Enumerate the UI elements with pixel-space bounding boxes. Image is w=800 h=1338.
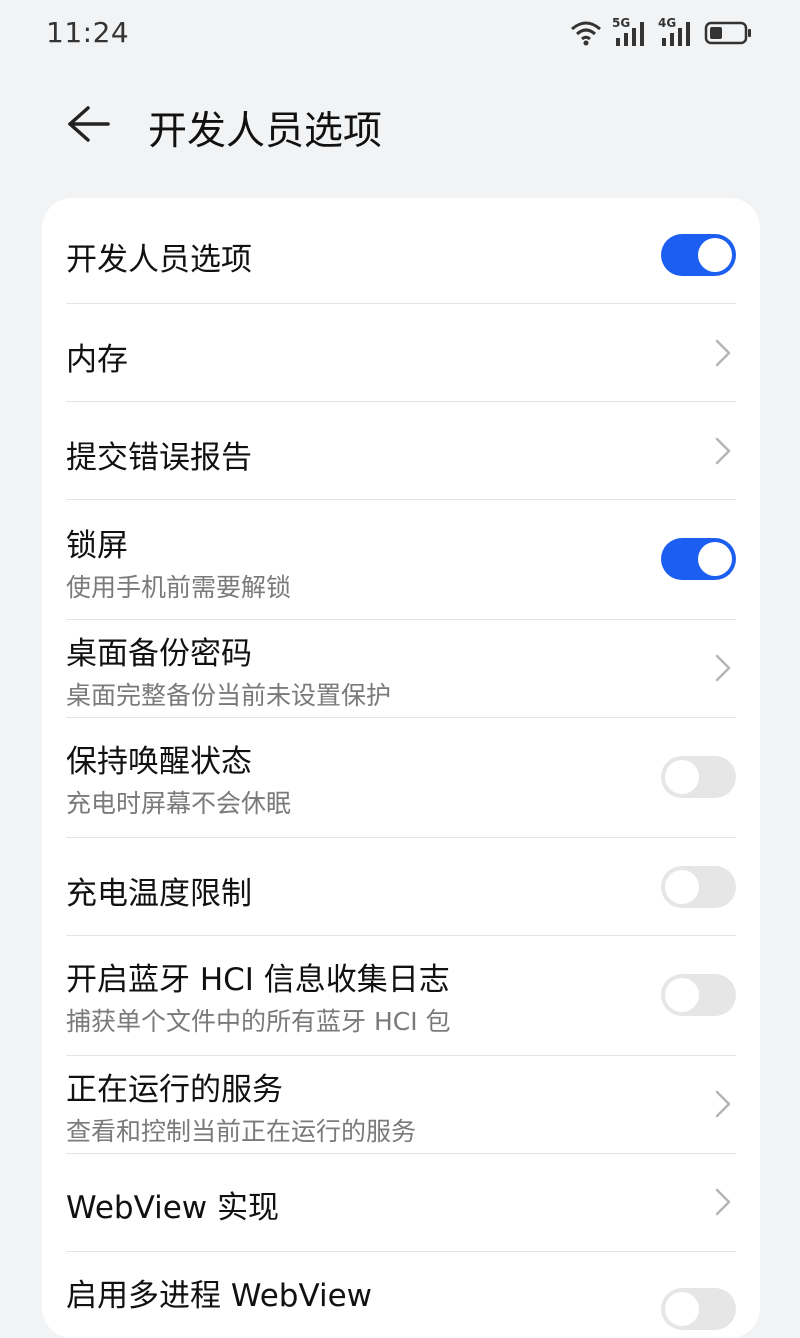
setting-developer-options[interactable]: 开发人员选项 xyxy=(66,198,736,304)
setting-subtitle: 充电时屏幕不会休眠 xyxy=(66,789,292,818)
setting-webview-implementation[interactable]: WebView 实现 xyxy=(66,1154,736,1252)
battery-icon xyxy=(704,20,752,46)
toggle-knob xyxy=(665,978,699,1012)
setting-title: 充电温度限制 xyxy=(66,876,252,912)
setting-title: 内存 xyxy=(66,342,128,378)
settings-card: 开发人员选项 内存 提交错误报告 锁屏 使用手机前需要解锁 桌面备份密码 桌面完… xyxy=(42,198,760,1338)
toggle-knob xyxy=(698,238,732,272)
setting-subtitle: 查看和控制当前正在运行的服务 xyxy=(66,1117,417,1146)
wifi-icon xyxy=(570,20,602,46)
status-bar: 11:24 5G 4G xyxy=(0,0,800,70)
chevron-right-icon xyxy=(715,1188,731,1216)
setting-title: 启用多进程 WebView xyxy=(66,1278,373,1314)
setting-multiprocess-webview[interactable]: 启用多进程 WebView xyxy=(66,1252,736,1338)
toggle-knob xyxy=(665,1292,699,1326)
chevron-right-icon xyxy=(715,437,731,465)
setting-title: 桌面备份密码 xyxy=(66,636,252,672)
chevron-right-icon xyxy=(715,1090,731,1118)
bluetooth-hci-log-toggle[interactable] xyxy=(661,974,736,1016)
toggle-knob xyxy=(698,542,732,576)
toggle-knob xyxy=(665,870,699,904)
setting-subtitle: 使用手机前需要解锁 xyxy=(66,573,292,602)
back-button[interactable] xyxy=(58,98,118,154)
chevron-right-icon xyxy=(715,654,731,682)
setting-title: 保持唤醒状态 xyxy=(66,744,252,780)
setting-title: 开发人员选项 xyxy=(66,242,252,278)
chevron-right-icon xyxy=(715,339,731,367)
setting-bluetooth-hci-log[interactable]: 开启蓝牙 HCI 信息收集日志 捕获单个文件中的所有蓝牙 HCI 包 xyxy=(66,936,736,1056)
signal-4g-icon: 4G xyxy=(658,16,694,48)
setting-title: 提交错误报告 xyxy=(66,440,252,476)
page-title: 开发人员选项 xyxy=(148,109,383,154)
status-time: 11:24 xyxy=(46,16,130,49)
developer-options-toggle[interactable] xyxy=(661,234,736,276)
lock-screen-toggle[interactable] xyxy=(661,538,736,580)
setting-bug-report[interactable]: 提交错误报告 xyxy=(66,402,736,500)
setting-title: 锁屏 xyxy=(66,528,128,564)
setting-memory[interactable]: 内存 xyxy=(66,304,736,402)
setting-charging-temp-limit[interactable]: 充电温度限制 xyxy=(66,838,736,936)
arrow-left-icon xyxy=(66,104,110,148)
setting-subtitle: 桌面完整备份当前未设置保护 xyxy=(66,681,392,710)
status-icons: 5G 4G xyxy=(570,16,752,48)
title-bar: 开发人员选项 xyxy=(0,80,800,170)
setting-lock-screen[interactable]: 锁屏 使用手机前需要解锁 xyxy=(66,500,736,620)
signal-5g-icon: 5G xyxy=(612,16,648,48)
multiprocess-webview-toggle[interactable] xyxy=(661,1288,736,1330)
setting-title: 正在运行的服务 xyxy=(66,1072,283,1108)
setting-running-services[interactable]: 正在运行的服务 查看和控制当前正在运行的服务 xyxy=(66,1056,736,1154)
toggle-knob xyxy=(665,760,699,794)
setting-title: WebView 实现 xyxy=(66,1190,280,1226)
setting-backup-password[interactable]: 桌面备份密码 桌面完整备份当前未设置保护 xyxy=(66,620,736,718)
setting-stay-awake[interactable]: 保持唤醒状态 充电时屏幕不会休眠 xyxy=(66,718,736,838)
setting-subtitle: 捕获单个文件中的所有蓝牙 HCI 包 xyxy=(66,1007,451,1036)
stay-awake-toggle[interactable] xyxy=(661,756,736,798)
setting-title: 开启蓝牙 HCI 信息收集日志 xyxy=(66,962,450,998)
charging-temp-limit-toggle[interactable] xyxy=(661,866,736,908)
